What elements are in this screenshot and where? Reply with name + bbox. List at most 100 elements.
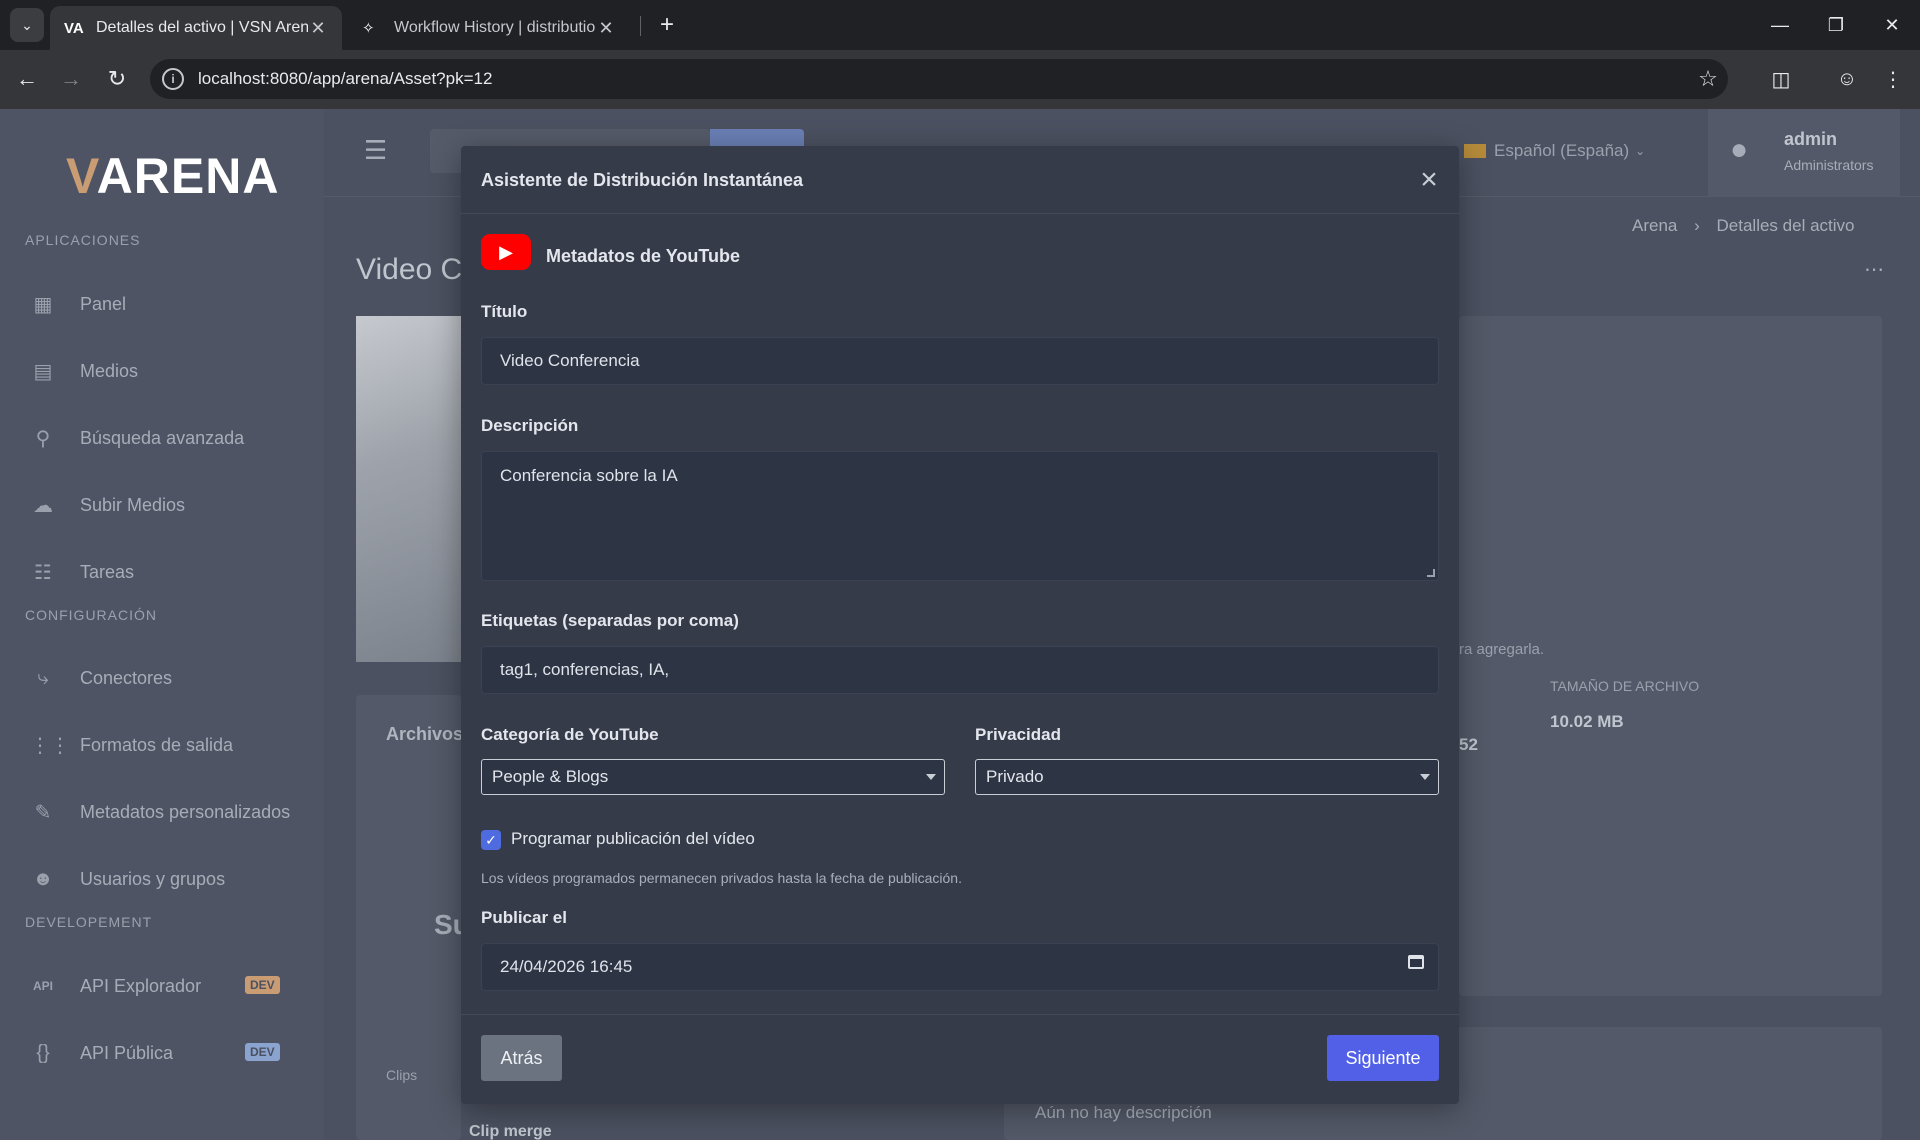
tab-search-button[interactable]: ⌄ bbox=[10, 8, 44, 42]
minimize-icon: — bbox=[1771, 14, 1789, 35]
etiquetas-label: Etiquetas (separadas por coma) bbox=[481, 611, 739, 630]
cloud-upload-icon: ☁ bbox=[33, 494, 53, 517]
extensions-button[interactable]: ◫ bbox=[1764, 62, 1798, 96]
bookmark-star-icon[interactable]: ☆ bbox=[1688, 66, 1728, 92]
site-info-icon[interactable]: i bbox=[162, 68, 184, 90]
agregarla-text: ra agregarla. bbox=[1459, 641, 1545, 658]
new-tab-button[interactable]: + bbox=[652, 10, 682, 40]
sidebar-item-api-explorador[interactable]: API API Explorador bbox=[30, 966, 201, 1006]
plus-icon: + bbox=[659, 11, 674, 38]
puzzle-icon: ◫ bbox=[1771, 68, 1791, 91]
user-menu[interactable]: ● admin Administrators bbox=[1708, 109, 1900, 197]
dashboard-icon: ▦ bbox=[33, 293, 53, 316]
close-window-button[interactable]: ✕ bbox=[1864, 0, 1920, 50]
titulo-input[interactable]: Video Conferencia bbox=[481, 337, 1439, 385]
publicar-value: 24/04/2026 16:45 bbox=[500, 957, 633, 976]
distribution-wizard-modal: Asistente de Distribución Instantánea × … bbox=[461, 146, 1459, 1104]
vsn-arena-favicon-icon: VA bbox=[64, 19, 84, 37]
sidebar-item-label: Medios bbox=[80, 360, 139, 381]
modal-title: Asistente de Distribución Instantánea bbox=[481, 170, 804, 190]
categoria-value: People & Blogs bbox=[492, 767, 609, 786]
programar-checkbox[interactable]: ✓ bbox=[481, 830, 501, 850]
sidebar-section-configuracion: CONFIGURACIÓN bbox=[25, 607, 157, 623]
publicar-datetime-input[interactable]: 24/04/2026 16:45 bbox=[481, 943, 1439, 991]
reload-button[interactable]: ↻ bbox=[100, 62, 134, 96]
sidebar-item-subir-medios[interactable]: ☁ Subir Medios bbox=[30, 485, 185, 525]
address-bar[interactable]: i localhost:8080/app/arena/Asset?pk=12 ☆ bbox=[150, 59, 1728, 99]
sidebar-item-label: Panel bbox=[80, 293, 127, 314]
arrow-left-icon: ← bbox=[16, 66, 38, 91]
api-icon: API bbox=[32, 979, 53, 993]
language-selector[interactable]: Español (España) ⌄ bbox=[1464, 141, 1645, 161]
sidebar-item-label: Búsqueda avanzada bbox=[80, 427, 245, 448]
sidebar-item-tareas[interactable]: ☷ Tareas bbox=[30, 552, 134, 592]
page-title: Video C bbox=[356, 253, 463, 286]
language-label: Español (España) bbox=[1494, 141, 1630, 160]
titulo-value: Video Conferencia bbox=[500, 351, 640, 370]
section-title: Metadatos de YouTube bbox=[546, 246, 741, 266]
more-options-icon[interactable]: ⋯ bbox=[1864, 257, 1884, 282]
sidebar-item-busqueda[interactable]: ⚲ Búsqueda avanzada bbox=[30, 418, 244, 458]
file-size-label: TAMAÑO DE ARCHIVO bbox=[1550, 678, 1700, 694]
tab-divider bbox=[640, 16, 641, 36]
programar-label[interactable]: Programar publicación del vídeo bbox=[511, 829, 755, 849]
tab-close-icon[interactable]: ✕ bbox=[308, 18, 328, 39]
arena-logo[interactable]: VARENA bbox=[66, 147, 279, 205]
clipboard-icon: ☷ bbox=[34, 561, 52, 584]
profile-button[interactable]: ☺ bbox=[1830, 62, 1864, 96]
modal-footer: Atrás Siguiente bbox=[461, 1014, 1459, 1104]
back-button[interactable]: ← bbox=[10, 62, 44, 96]
privacidad-select[interactable]: Privado bbox=[975, 759, 1439, 795]
descripcion-textarea[interactable]: Conferencia sobre la IA bbox=[481, 451, 1439, 581]
sidebar: VARENA APLICACIONES ▦ Panel ▤ Medios ⚲ Búsq… bbox=[0, 109, 324, 1140]
reload-icon: ↻ bbox=[107, 66, 127, 91]
categoria-select[interactable]: People & Blogs bbox=[481, 759, 945, 795]
titulo-label: Título bbox=[481, 302, 528, 321]
clip-merge-label: Clip merge bbox=[469, 1123, 552, 1140]
back-button[interactable]: Atrás bbox=[481, 1035, 562, 1081]
sidebar-item-panel[interactable]: ▦ Panel bbox=[30, 284, 127, 324]
breadcrumb-root[interactable]: Arena bbox=[1632, 216, 1677, 235]
user-role: Administrators bbox=[1784, 157, 1874, 173]
dev-badge: DEV bbox=[245, 976, 280, 994]
calendar-icon[interactable] bbox=[1408, 955, 1424, 969]
sidebar-item-formatos[interactable]: ⋮⋮ Formatos de salida bbox=[30, 725, 233, 765]
tab-detalles-activo[interactable]: VA Detalles del activo | VSN Arena ✕ bbox=[50, 6, 342, 50]
chevron-down-icon: ⌄ bbox=[1635, 144, 1646, 158]
descripcion-value: Conferencia sobre la IA bbox=[500, 466, 678, 485]
braces-icon: {} bbox=[36, 1041, 50, 1064]
forward-button[interactable]: → bbox=[54, 62, 88, 96]
resize-handle-icon[interactable] bbox=[1427, 569, 1435, 577]
sidebar-item-label: Formatos de salida bbox=[80, 734, 234, 755]
descripcion-label: Descripción bbox=[481, 416, 579, 435]
more-vertical-icon: ⋮ bbox=[1883, 68, 1903, 91]
hamburger-menu-icon[interactable]: ☰ bbox=[364, 135, 387, 166]
modal-close-button[interactable]: × bbox=[1413, 163, 1445, 196]
sidebar-item-api-publica[interactable]: {} API Pública bbox=[30, 1033, 173, 1073]
partial-value: 52 bbox=[1459, 735, 1478, 754]
sidebar-item-usuarios[interactable]: ☻ Usuarios y grupos bbox=[30, 859, 225, 899]
sidebar-item-conectores[interactable]: ⤷ Conectores bbox=[30, 658, 172, 698]
dropdown-caret-icon bbox=[926, 774, 936, 780]
user-avatar-icon: ● bbox=[1730, 133, 1749, 166]
minimize-button[interactable]: — bbox=[1752, 0, 1808, 50]
close-icon: ✕ bbox=[1884, 14, 1900, 35]
sidebar-item-medios[interactable]: ▤ Medios bbox=[30, 351, 138, 391]
modal-header: Asistente de Distribución Instantánea × bbox=[461, 146, 1459, 214]
categoria-label: Categoría de YouTube bbox=[481, 725, 659, 744]
browser-menu-button[interactable]: ⋮ bbox=[1876, 62, 1910, 96]
breadcrumb: Arena › Detalles del activo bbox=[1632, 216, 1854, 236]
restore-icon: ❐ bbox=[1827, 14, 1845, 35]
youtube-logo-icon: ▶ bbox=[481, 234, 531, 270]
breadcrumb-separator-icon: › bbox=[1694, 216, 1700, 235]
sidebar-item-metadatos[interactable]: ✎ Metadatos personalizados bbox=[30, 792, 291, 832]
asset-thumbnail[interactable] bbox=[356, 316, 461, 662]
tab-close-icon[interactable]: ✕ bbox=[596, 18, 616, 39]
next-button[interactable]: Siguiente bbox=[1327, 1035, 1439, 1081]
arrow-right-icon: → bbox=[60, 66, 82, 91]
sidebar-item-label: Metadatos personalizados bbox=[80, 801, 291, 822]
film-icon: ▤ bbox=[33, 360, 53, 383]
restore-button[interactable]: ❐ bbox=[1808, 0, 1864, 50]
tab-workflow-history[interactable]: ✧ Workflow History | distribution- ✕ bbox=[348, 6, 630, 50]
etiquetas-input[interactable]: tag1, conferencias, IA, bbox=[481, 646, 1439, 694]
